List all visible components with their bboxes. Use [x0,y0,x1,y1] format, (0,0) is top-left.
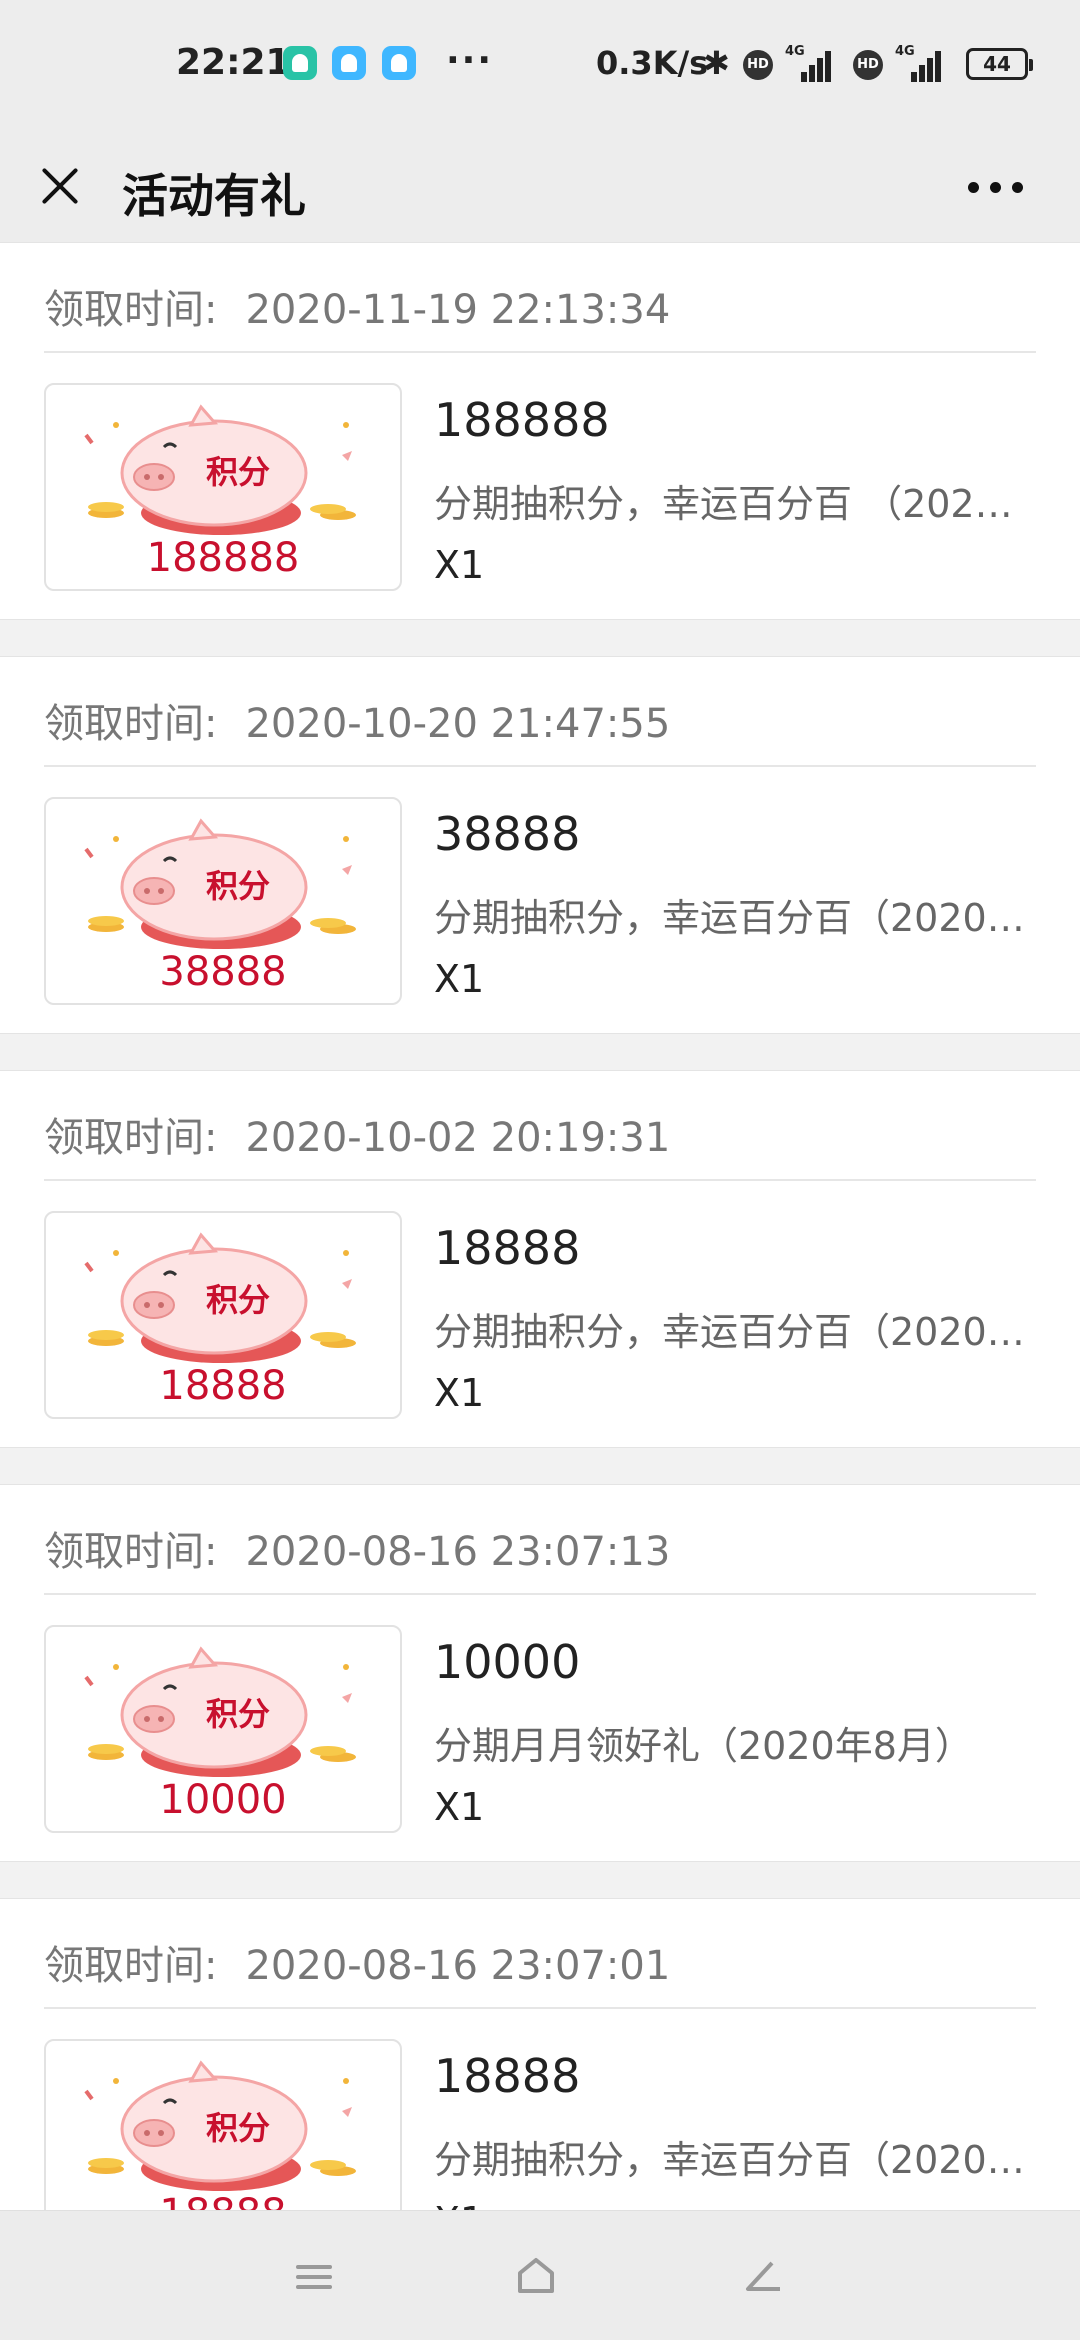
prize-quantity: X1 [434,957,485,1001]
home-icon[interactable] [516,2255,556,2295]
claim-time-value: 2020-10-20 21:47:55 [245,701,671,747]
title-bar: 活动有礼 [0,130,1080,242]
points-badge: 积分 [206,2109,271,2147]
claim-time-value: 2020-10-02 20:19:31 [245,1115,671,1161]
reward-record[interactable]: 领取时间: 2020-10-20 21:47:55 积分 38888 38888… [0,656,1080,1034]
qq-notification-icon [332,46,366,80]
reward-record[interactable]: 领取时间: 2020-11-19 22:13:34 积分 188888 1888… [0,242,1080,620]
system-nav-bar [0,2210,1080,2340]
prize-title: 18888 [434,2049,581,2103]
claim-time-label: 领取时间: [44,1115,218,1161]
page-title: 活动有礼 [122,169,306,223]
prize-description: 分期抽积分，幸运百分百 （2020年11月） [434,482,1034,526]
claim-time-label: 领取时间: [44,701,218,747]
divider [44,765,1036,767]
claim-time-label: 领取时间: [44,1529,218,1575]
prize-title: 188888 [434,393,610,447]
claim-time-label: 领取时间: [44,287,218,333]
hd-icon: HD [853,50,883,80]
divider [44,1593,1036,1595]
menu-icon[interactable] [296,2265,332,2289]
thumb-points-value: 18888 [159,1363,287,1409]
divider [44,2007,1036,2009]
bluetooth-icon: ✱ [703,44,730,82]
more-icon[interactable] [960,166,1030,206]
back-icon[interactable] [742,2259,782,2295]
hd-icon: HD [743,50,773,80]
points-badge: 积分 [206,1695,271,1733]
prize-quantity: X1 [434,543,485,587]
signal-icon: 4G [785,44,835,82]
points-badge: 积分 [206,867,271,905]
thumb-points-value: 10000 [159,1777,287,1823]
prize-quantity: X1 [434,2199,484,2210]
network-type: 4G [895,44,915,59]
prize-title: 18888 [434,1221,581,1275]
points-thumbnail: 积分 10000 [44,1625,402,1833]
claim-time-value: 2020-08-16 23:07:13 [245,1529,671,1575]
claim-time-value: 2020-11-19 22:13:34 [245,287,671,333]
thumb-points-value: 38888 [159,949,287,995]
claim-time: 领取时间: 2020-11-19 22:13:34 [44,277,670,335]
points-thumbnail: 积分 18888 [44,1211,402,1419]
claim-time: 领取时间: 2020-10-20 21:47:55 [44,691,670,749]
status-bar: 22:21 ··· 0.3K/s ✱ HD 4G HD 4G 44 [0,0,1080,130]
reward-record[interactable]: 领取时间: 2020-08-16 23:07:01 积分 18888 分期抽积分… [0,1898,1080,2210]
prize-description: 分期抽积分，幸运百分百（2020年10月） [434,896,1034,940]
points-badge: 积分 [206,1281,271,1319]
divider [44,351,1036,353]
network-type: 4G [785,44,805,59]
reward-record[interactable]: 领取时间: 2020-10-02 20:19:31 积分 18888 18888… [0,1070,1080,1448]
points-thumbnail: 积分 38888 [44,797,402,1005]
claim-time: 领取时间: 2020-08-16 23:07:13 [44,1519,670,1577]
prize-description: 分期月月领好礼（2020年8月） [434,1724,973,1768]
reward-list[interactable]: 领取时间: 2020-11-19 22:13:34 积分 188888 1888… [0,242,1080,2210]
thumb-points-value: 188888 [146,535,300,581]
reward-record[interactable]: 领取时间: 2020-08-16 23:07:13 积分 10000 10000… [0,1484,1080,1862]
qq-notification-icon [382,46,416,80]
prize-quantity: X1 [434,1785,485,1829]
claim-time-label: 领取时间: [44,1943,218,1989]
wechat-notification-icon [283,46,317,80]
clock: 22:21 [176,42,291,83]
divider [44,1179,1036,1181]
prize-description: 分期抽积分，幸运百分百（2020年10月） [434,1310,1034,1354]
claim-time: 领取时间: 2020-10-02 20:19:31 [44,1105,670,1163]
prize-title: 10000 [434,1635,581,1689]
claim-time: 领取时间: 2020-08-16 23:07:01 [44,1933,670,1991]
thumb-points-value: 18888 [46,2191,400,2210]
prize-quantity: X1 [434,1371,485,1415]
close-icon[interactable] [30,156,90,216]
signal-icon: 4G [895,44,945,82]
points-thumbnail: 积分 188888 [44,383,402,591]
prize-description: 分期抽积分，幸运百分百（2020年8月） [434,2138,1034,2182]
points-badge: 积分 [206,453,271,491]
claim-time-value: 2020-08-16 23:07:01 [245,1943,671,1989]
prize-title: 38888 [434,807,581,861]
more-notifications-icon: ··· [446,40,494,81]
battery-icon: 44 [966,48,1033,80]
network-speed: 0.3K/s [596,44,709,82]
points-thumbnail: 积分 18888 [44,2039,402,2210]
